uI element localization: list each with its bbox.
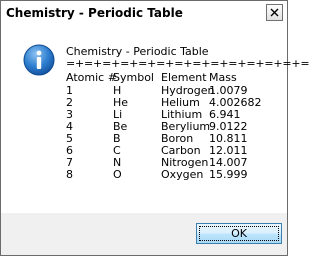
row-atomic: 8 bbox=[66, 168, 73, 181]
button-bar: OK bbox=[1, 213, 287, 255]
focus-rectangle bbox=[199, 226, 279, 241]
info-icon bbox=[23, 44, 55, 76]
close-icon bbox=[270, 8, 279, 17]
window-title: Chemistry - Periodic Table bbox=[6, 6, 183, 20]
row-element: Oxygen bbox=[161, 168, 204, 181]
message-box-window: Chemistry - Periodic Table Chemistry - P… bbox=[0, 0, 310, 256]
header-atomic: Atomic # bbox=[66, 71, 117, 84]
title-bar[interactable]: Chemistry - Periodic Table bbox=[1, 1, 287, 27]
ok-button[interactable]: OK bbox=[196, 223, 282, 244]
message-content: Chemistry - Periodic Table =+=+=+=+=+=+=… bbox=[1, 27, 310, 213]
row-symbol: O bbox=[113, 168, 122, 181]
close-button[interactable] bbox=[266, 4, 283, 21]
header-element: Element bbox=[161, 71, 207, 84]
separator-line: =+=+=+=+=+=+=+=+=+=+=+=+=+= bbox=[66, 57, 310, 70]
header-symbol: Symbol bbox=[113, 71, 154, 84]
row-mass: 15.999 bbox=[209, 168, 248, 181]
header-mass: Mass bbox=[209, 71, 237, 84]
